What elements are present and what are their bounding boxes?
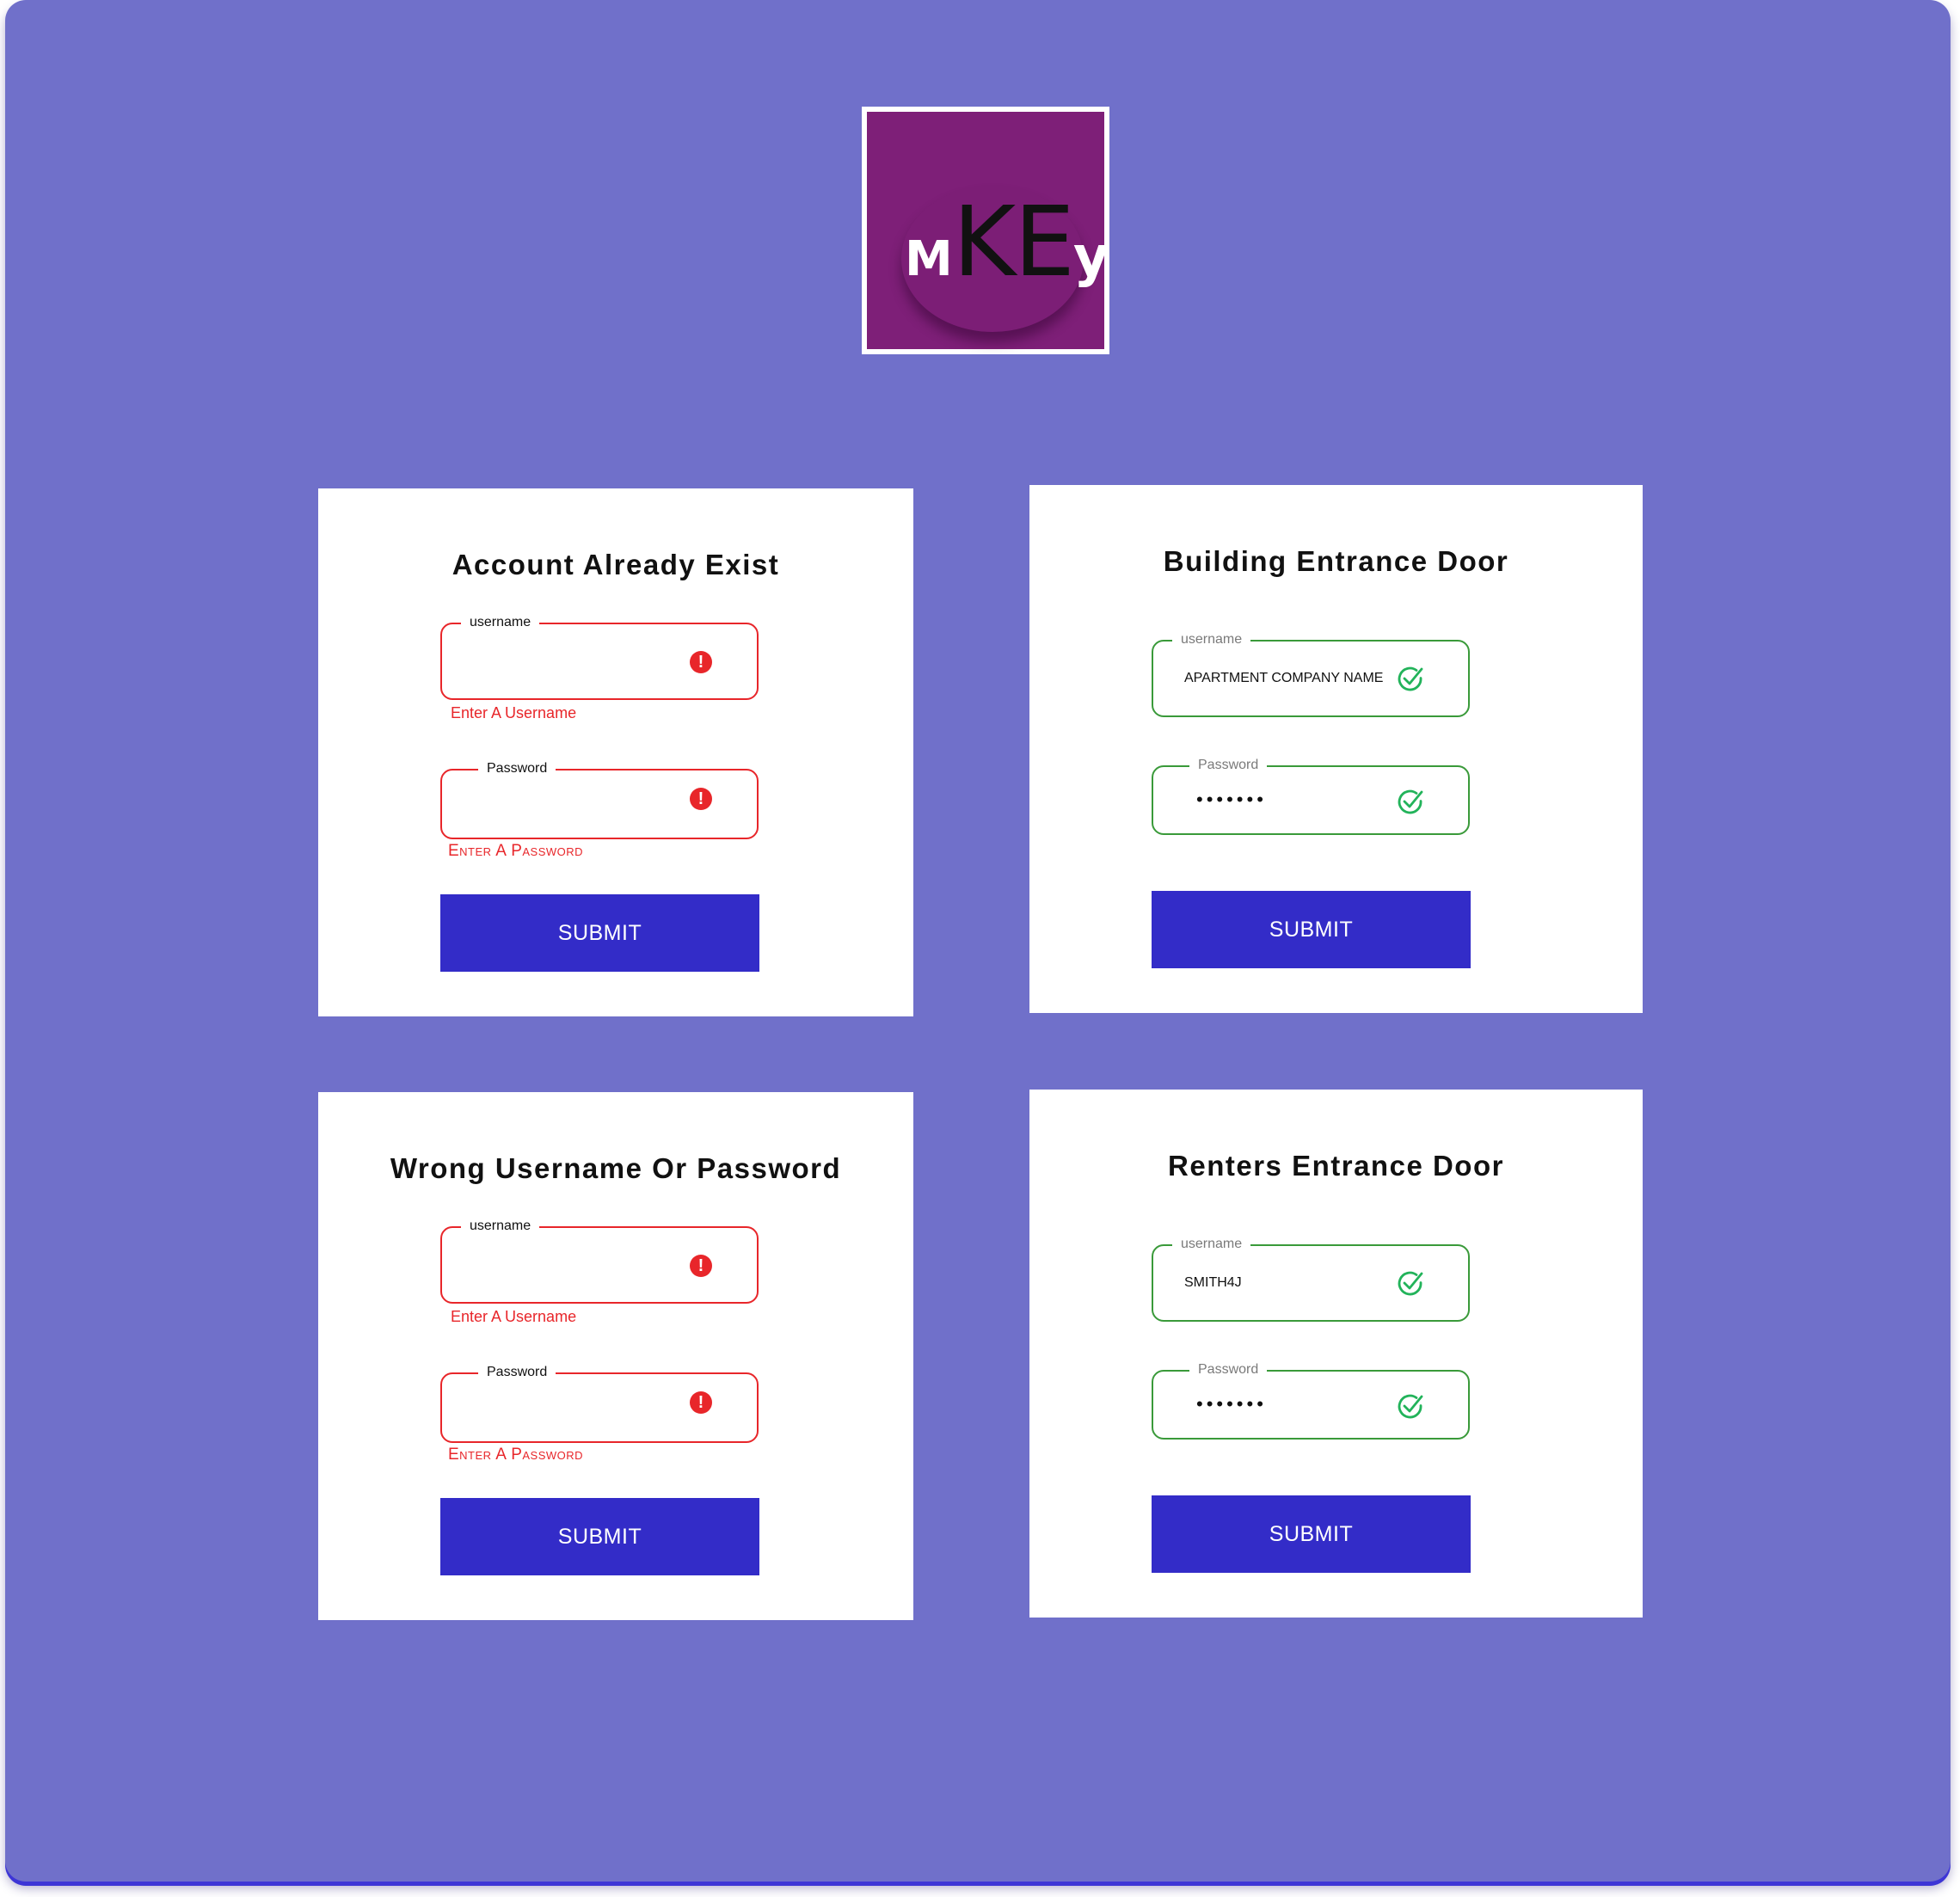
username-value: APARTMENT COMPANY NAME: [1184, 671, 1384, 685]
logo-letter-y: y: [1072, 225, 1109, 289]
password-field[interactable]: Password •••••••: [1152, 757, 1470, 835]
username-value: SMITH4J: [1184, 1275, 1242, 1290]
username-helper-text: Enter A Username: [451, 704, 577, 721]
submit-button[interactable]: SUBMIT: [1152, 1495, 1471, 1573]
logo-letters-ke: KE: [952, 187, 1075, 298]
username-field[interactable]: username !: [440, 1218, 759, 1304]
username-label: username: [461, 614, 540, 631]
password-field[interactable]: Password !: [440, 1364, 759, 1443]
card-account-already-exist: Account Already Exist username ! Enter A…: [318, 488, 913, 1016]
password-field[interactable]: Password !: [440, 760, 759, 839]
username-field[interactable]: username SMITH4J: [1152, 1236, 1470, 1322]
check-circle-icon: [1398, 1394, 1423, 1419]
password-value: •••••••: [1196, 1393, 1267, 1415]
password-label: Password: [478, 760, 556, 777]
card-title: Account Already Exist: [452, 549, 780, 580]
card-title: Wrong Username Or Password: [390, 1152, 842, 1184]
submit-button[interactable]: SUBMIT: [1152, 891, 1471, 968]
card-title: Building Entrance Door: [1163, 545, 1509, 577]
card-renters-entrance-door: Renters Entrance Door username SMITH4J P…: [1029, 1090, 1643, 1618]
password-value: •••••••: [1196, 789, 1267, 810]
exclamation-circle-icon: !: [690, 788, 712, 810]
card-wrong-username-or-password: Wrong Username Or Password username ! En…: [318, 1092, 913, 1620]
password-field[interactable]: Password •••••••: [1152, 1361, 1470, 1440]
password-label: Password: [478, 1364, 556, 1381]
username-field[interactable]: username APARTMENT COMPANY NAME: [1152, 631, 1470, 717]
submit-button[interactable]: SUBMIT: [440, 894, 759, 972]
exclamation-circle-icon: !: [690, 651, 712, 673]
password-helper-text: Enter A Password: [448, 1446, 584, 1464]
username-helper-text: Enter A Username: [451, 1308, 577, 1325]
username-label: username: [1172, 631, 1251, 648]
logo-wordmark: MKEy: [905, 187, 1109, 298]
password-helper-text: Enter A Password: [448, 842, 584, 860]
submit-button[interactable]: SUBMIT: [440, 1498, 759, 1575]
password-label: Password: [1189, 757, 1268, 774]
username-field[interactable]: username !: [440, 614, 759, 700]
card-building-entrance-door: Building Entrance Door username APARTMEN…: [1029, 485, 1643, 1013]
username-label: username: [461, 1218, 540, 1235]
username-label: username: [1172, 1236, 1251, 1253]
exclamation-circle-icon: !: [690, 1391, 712, 1414]
card-title: Renters Entrance Door: [1168, 1150, 1504, 1182]
check-circle-icon: [1398, 1271, 1423, 1296]
password-label: Password: [1189, 1361, 1268, 1378]
page-background: MKEy Account Already Exist username ! En…: [5, 0, 1951, 1882]
exclamation-circle-icon: !: [690, 1255, 712, 1277]
check-circle-icon: [1398, 789, 1423, 814]
check-circle-icon: [1398, 666, 1423, 691]
logo-letter-m: M: [905, 231, 953, 287]
mkey-logo: MKEy: [862, 107, 1109, 354]
